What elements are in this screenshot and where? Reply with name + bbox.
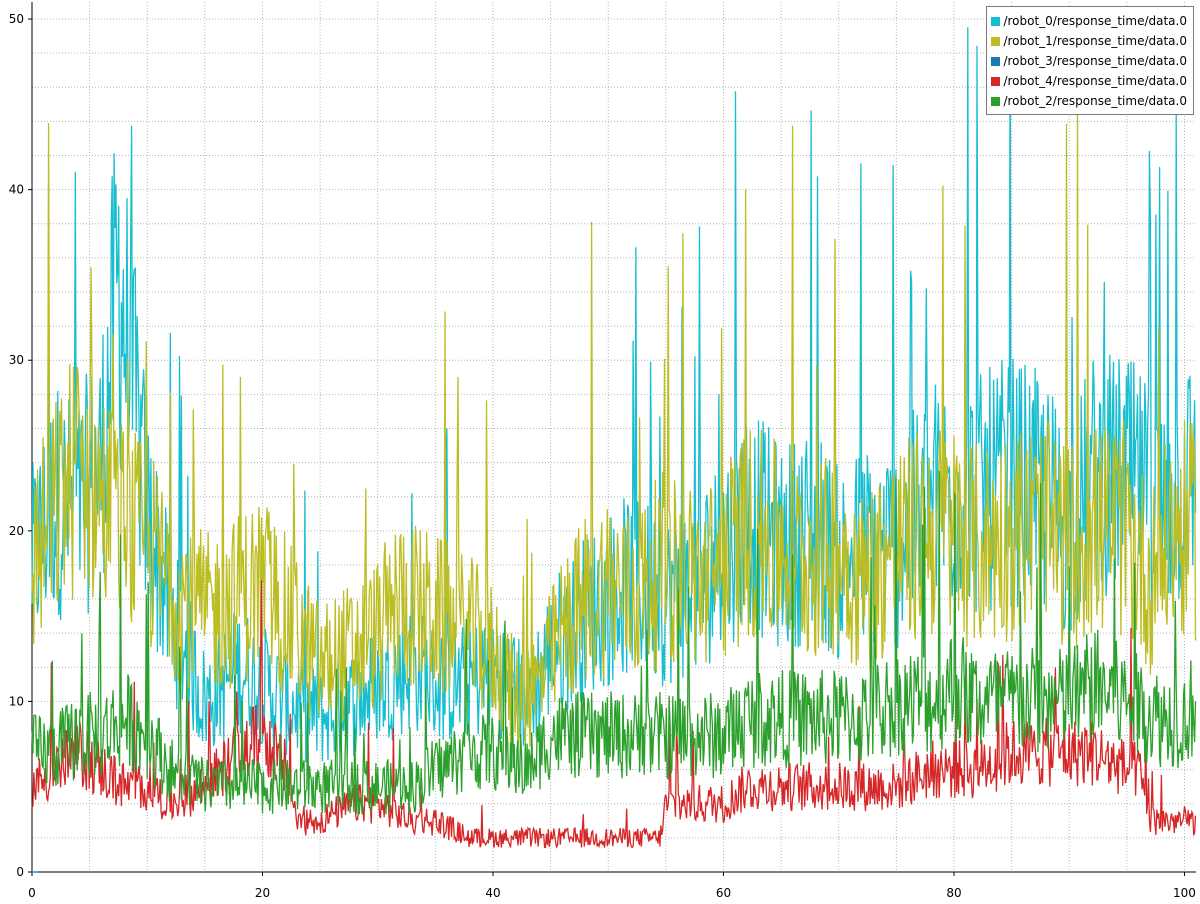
- legend-item-4[interactable]: /robot_2/response_time/data.0: [991, 91, 1187, 111]
- legend-swatch: [991, 76, 1001, 86]
- legend-label: /robot_2/response_time/data.0: [1003, 94, 1187, 108]
- legend-swatch: [991, 96, 1001, 106]
- legend-swatch: [991, 56, 1001, 66]
- legend-item-3[interactable]: /robot_4/response_time/data.0: [991, 71, 1187, 91]
- y-tick-label: 30: [9, 353, 24, 367]
- chart-plot-area[interactable]: 0 10 20 30 40 50 0 20 40 60 80 100: [0, 0, 1200, 900]
- x-tick-label: 60: [716, 886, 731, 900]
- x-tick-label: 20: [255, 886, 270, 900]
- legend-label: /robot_3/response_time/data.0: [1003, 54, 1187, 68]
- legend-label: /robot_4/response_time/data.0: [1003, 74, 1187, 88]
- legend-item-2[interactable]: /robot_3/response_time/data.0: [991, 51, 1187, 71]
- y-tick-label: 40: [9, 183, 24, 197]
- y-tick-label: 50: [9, 12, 24, 26]
- y-tick-label: 20: [9, 524, 24, 538]
- legend-swatch: [991, 36, 1001, 46]
- x-tick-label: 80: [946, 886, 961, 900]
- legend-item-1[interactable]: /robot_1/response_time/data.0: [991, 31, 1187, 51]
- chart-svg: 0 10 20 30 40 50 0 20 40 60 80 100: [0, 0, 1200, 900]
- legend: /robot_0/response_time/data.0/robot_1/re…: [986, 6, 1194, 115]
- x-tick-label: 100: [1173, 886, 1196, 900]
- y-tick-label: 0: [16, 865, 24, 879]
- legend-label: /robot_1/response_time/data.0: [1003, 34, 1187, 48]
- x-tick-label: 40: [485, 886, 500, 900]
- y-tick-label: 10: [9, 694, 24, 708]
- legend-item-0[interactable]: /robot_0/response_time/data.0: [991, 11, 1187, 31]
- legend-label: /robot_0/response_time/data.0: [1003, 14, 1187, 28]
- legend-swatch: [991, 16, 1001, 26]
- x-tick-label: 0: [28, 886, 36, 900]
